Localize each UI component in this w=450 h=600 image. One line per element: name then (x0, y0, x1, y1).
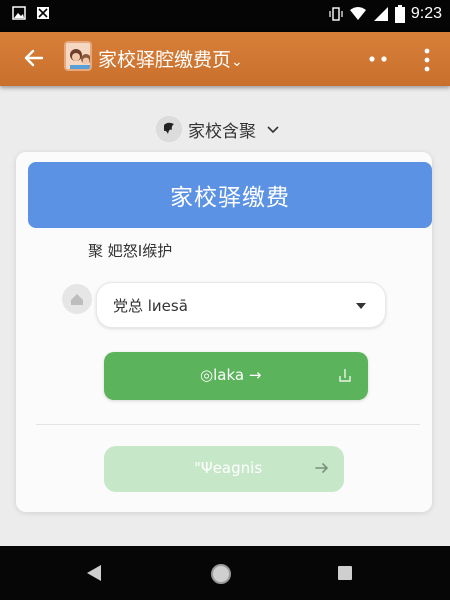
card-subtitle: 聚 妑怒I缑护 (88, 242, 173, 260)
system-nav-bar (0, 546, 450, 600)
back-triangle-icon[interactable] (86, 564, 102, 582)
battery-icon (394, 5, 405, 23)
school-name: 家校含聚 (188, 121, 256, 142)
school-logo-icon (156, 116, 182, 142)
divider (36, 424, 420, 425)
recents-square-icon[interactable] (338, 566, 352, 580)
download-icon (339, 369, 351, 382)
primary-pay-button[interactable]: ◎laka → (104, 352, 368, 400)
notification-icon (37, 7, 49, 19)
dropdown-arrow-icon (356, 303, 366, 309)
overflow-menu-icon[interactable] (418, 45, 436, 75)
home-circle-icon[interactable] (210, 563, 232, 585)
avatar-illustration-icon (66, 43, 90, 69)
home-icon (62, 284, 92, 314)
secondary-button[interactable]: "Ψeagnis (104, 446, 344, 492)
app-avatar (64, 41, 92, 71)
app-bar: 家校驿腔缴费页⌄ (0, 32, 450, 86)
student-select[interactable]: 党总 lиesā (96, 282, 386, 328)
vibrate-icon (329, 7, 343, 21)
student-select-value: 党总 lиesā (113, 297, 188, 315)
wifi-icon (349, 7, 366, 20)
payment-card: 家校驿缴费 聚 妑怒I缑护 党总 lиesā ◎laka → "Ψeagnis (16, 152, 432, 512)
primary-button-label: ◎laka → (200, 366, 262, 384)
more-dots-icon[interactable] (364, 54, 392, 64)
app-title: 家校驿腔缴费页⌄ (98, 45, 243, 72)
chevron-down-icon (267, 126, 279, 134)
secondary-button-label: "Ψeagnis (194, 459, 263, 477)
card-title: 家校驿缴费 (170, 185, 290, 211)
arrow-right-icon (315, 463, 329, 473)
image-icon (12, 6, 26, 20)
card-header: 家校驿缴费 (28, 162, 432, 228)
school-selector[interactable]: 家校含聚 (156, 114, 280, 144)
status-bar: 9:23 (0, 0, 450, 32)
signal-icon (373, 7, 388, 21)
back-arrow-icon[interactable] (20, 44, 48, 72)
title-chevron-icon[interactable]: ⌄ (231, 54, 243, 70)
status-time: 9:23 (410, 5, 442, 22)
app-title-text: 家校驿腔缴费页 (98, 49, 232, 71)
